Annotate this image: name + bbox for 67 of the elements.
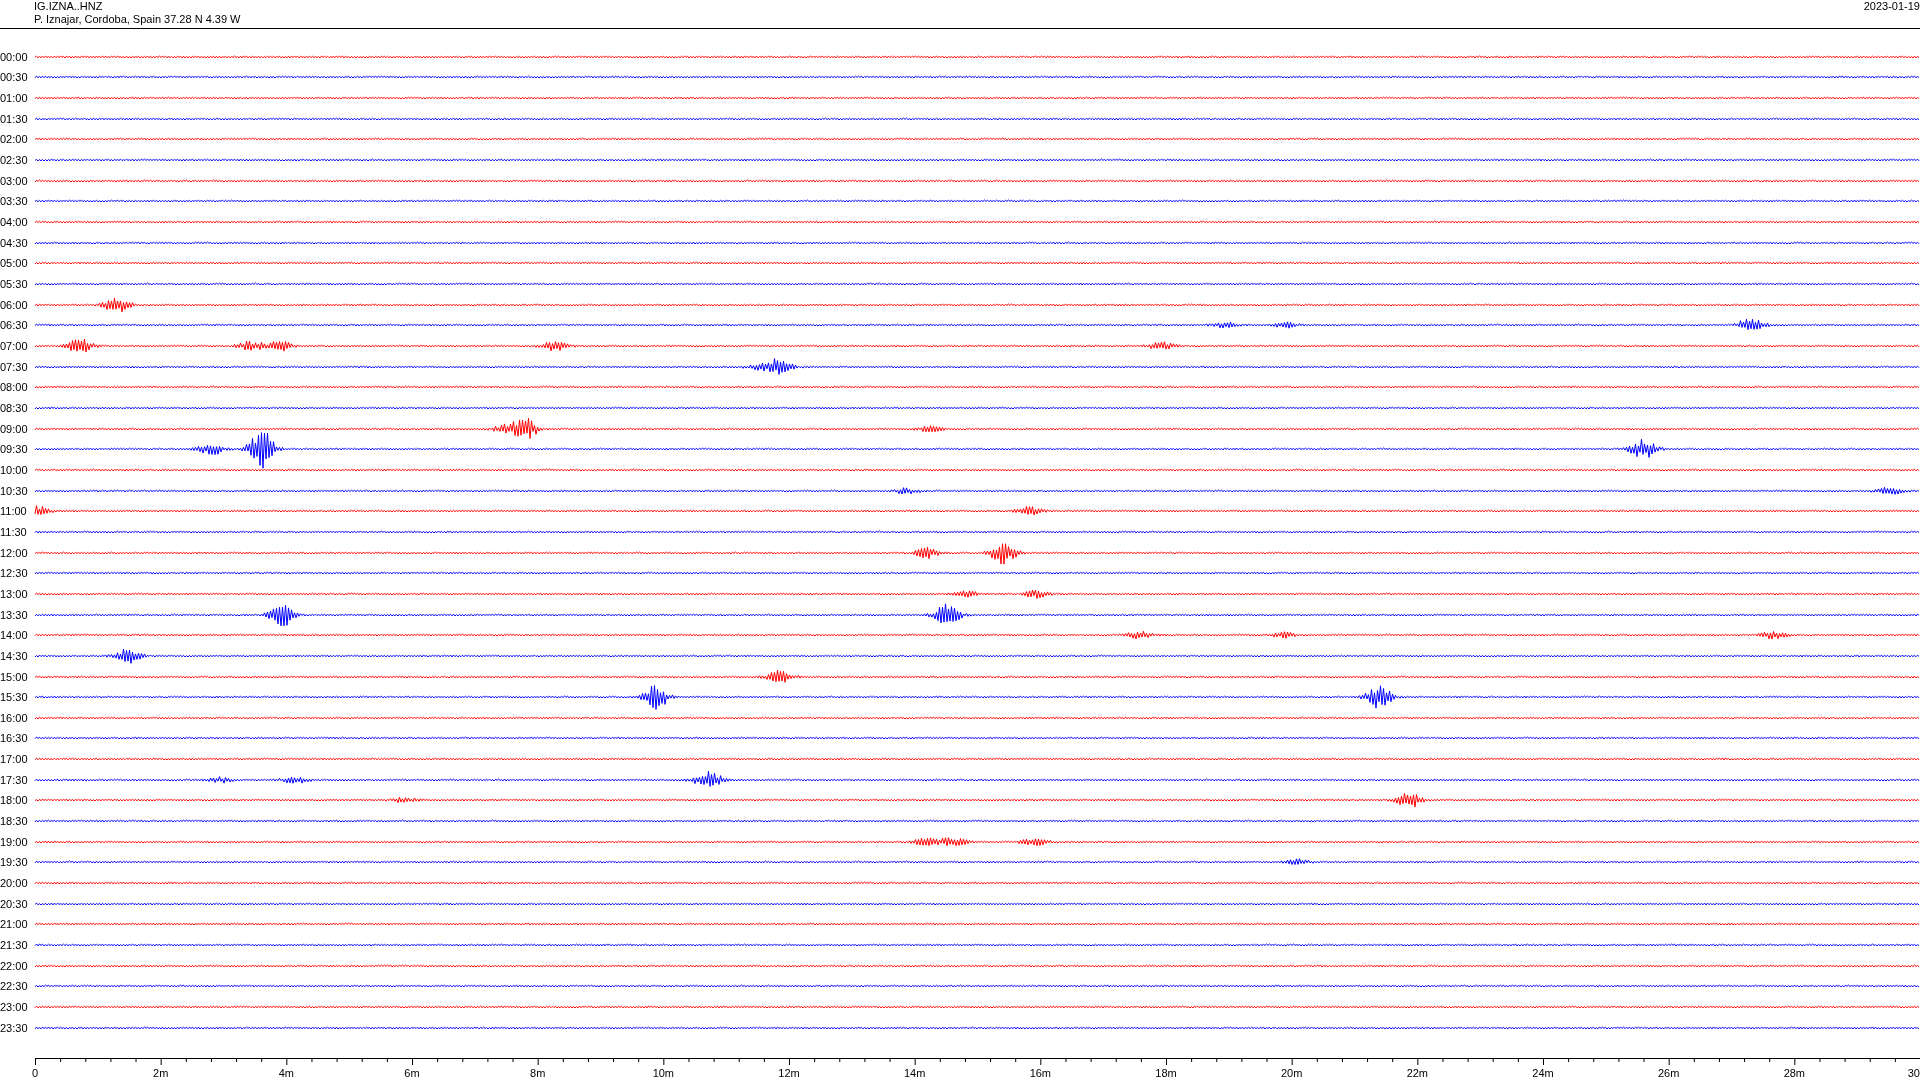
station-code: IG.IZNA..HNZ — [34, 0, 104, 13]
axis-tick-label: 20m — [1280, 1067, 1303, 1079]
time-label: 01:00 — [0, 92, 29, 105]
axis-tick-label: 4m — [278, 1067, 294, 1079]
time-label: 22:00 — [0, 959, 29, 972]
axis-tick-label: 10m — [652, 1067, 675, 1079]
time-label: 02:00 — [0, 133, 29, 146]
axis-tick-label: 16m — [1029, 1067, 1052, 1079]
time-label: 05:00 — [0, 257, 29, 270]
time-label: 18:30 — [0, 815, 29, 828]
time-label: 04:00 — [0, 216, 29, 229]
axis-tick-label: 6m — [404, 1067, 420, 1079]
time-label: 18:00 — [0, 794, 29, 807]
time-label: 15:30 — [0, 691, 29, 704]
time-label: 12:00 — [0, 546, 29, 559]
time-label: 06:30 — [0, 319, 29, 332]
time-label: 21:00 — [0, 918, 29, 931]
time-label: 22:30 — [0, 980, 29, 993]
time-label: 11:00 — [0, 505, 28, 518]
time-label: 17:30 — [0, 773, 29, 786]
time-label: 09:00 — [0, 422, 29, 435]
time-label: 00:30 — [0, 71, 29, 84]
axis-tick-label: 8m — [530, 1067, 546, 1079]
time-label: 13:30 — [0, 608, 29, 621]
axis-tick-label: 30 — [1907, 1067, 1920, 1079]
time-label: 19:00 — [0, 835, 29, 848]
time-label: 20:30 — [0, 897, 29, 910]
time-label: 12:30 — [0, 567, 29, 580]
axis-tick-label: 18m — [1155, 1067, 1177, 1079]
time-label: 15:00 — [0, 670, 29, 683]
axis-tick-label: 24m — [1532, 1067, 1554, 1079]
time-label: 03:00 — [0, 174, 29, 187]
time-label: 16:00 — [0, 711, 29, 724]
time-label: 07:30 — [0, 360, 29, 373]
time-label: 01:30 — [0, 112, 29, 125]
axis-tick-label: 14m — [903, 1067, 926, 1079]
time-label: 13:00 — [0, 587, 29, 600]
time-label: 10:30 — [0, 484, 29, 497]
time-label: 19:30 — [0, 856, 29, 869]
time-label: 09:30 — [0, 443, 29, 456]
axis-tick-label: 2m — [153, 1067, 169, 1079]
time-label: 14:30 — [0, 649, 29, 662]
time-label: 06:00 — [0, 298, 29, 311]
time-label: 07:00 — [0, 340, 29, 352]
time-label: 11:30 — [0, 525, 28, 538]
time-label: 08:30 — [0, 402, 29, 414]
time-label: 00:00 — [0, 50, 29, 63]
axis-tick-label: 22m — [1406, 1067, 1429, 1079]
station-location: P. Iznajar, Cordoba, Spain 37.28 N 4.39 W — [34, 13, 241, 26]
time-label: 05:30 — [0, 278, 29, 291]
axis-tick-label: 12m — [778, 1067, 800, 1079]
time-label: 21:30 — [0, 939, 29, 952]
date-label: 2023-01-19 — [1863, 0, 1920, 12]
axis-tick-label: 26m — [1657, 1067, 1680, 1079]
time-label: 04:30 — [0, 236, 29, 249]
time-label: 23:30 — [0, 1021, 29, 1034]
axis-tick-label: 0 — [31, 1067, 39, 1079]
time-label: 16:30 — [0, 732, 29, 745]
time-label: 02:30 — [0, 154, 29, 167]
time-label: 03:30 — [0, 195, 29, 208]
time-label: 08:00 — [0, 381, 29, 394]
time-label: 10:00 — [0, 463, 29, 476]
axis-tick-label: 28m — [1783, 1067, 1806, 1079]
time-label: 20:00 — [0, 877, 29, 890]
time-label: 17:00 — [0, 753, 29, 766]
time-label: 14:00 — [0, 629, 29, 642]
time-label: 23:00 — [0, 1001, 29, 1013]
